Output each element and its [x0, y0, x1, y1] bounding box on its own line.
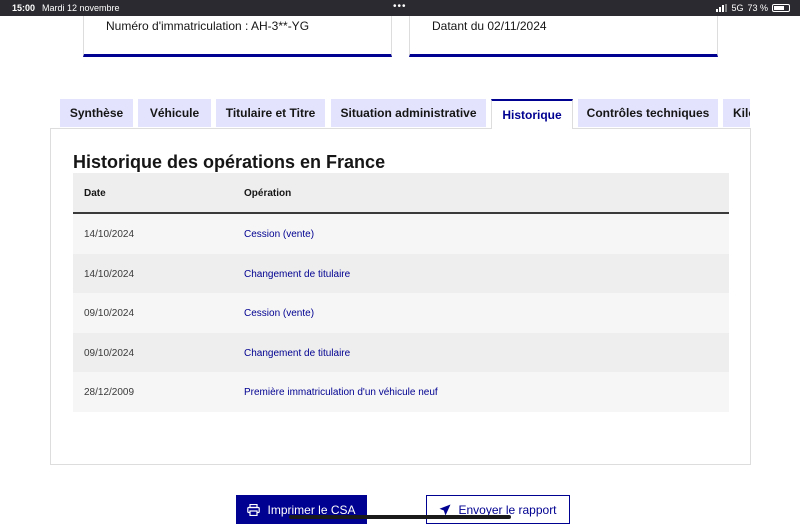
- table-row: 14/10/2024 Cession (vente): [73, 214, 729, 254]
- history-panel: Historique des opérations en France Date…: [50, 128, 751, 465]
- registration-card: Numéro d'immatriculation : AH-3**-YG: [83, 16, 392, 57]
- table-row: 28/12/2009 Première immatriculation d'un…: [73, 372, 729, 412]
- registration-number: Numéro d'immatriculation : AH-3**-YG: [106, 19, 310, 33]
- row-date: 28/12/2009: [84, 387, 135, 399]
- row-operation: Changement de titulaire: [244, 347, 351, 359]
- status-indicators: 5G 73 %: [716, 3, 790, 13]
- status-bar: 15:00 Mardi 12 novembre ••• 5G 73 %: [0, 0, 800, 16]
- print-csa-button[interactable]: Imprimer le CSA: [236, 495, 367, 524]
- tab-kilometrage[interactable]: Kilo: [723, 99, 750, 127]
- status-time: 15:00: [12, 3, 36, 13]
- signal-icon: [716, 4, 728, 12]
- tab-bar: Synthèse Véhicule Titulaire et Titre Sit…: [60, 99, 750, 129]
- row-date: 14/10/2024: [84, 268, 135, 280]
- multitasking-dots-icon[interactable]: •••: [393, 1, 407, 12]
- send-report-button[interactable]: Envoyer le rapport: [426, 495, 570, 524]
- column-header-operation: Opération: [244, 188, 292, 199]
- send-icon: [439, 504, 451, 515]
- report-date: Datant du 02/11/2024: [432, 19, 547, 33]
- tab-titulaire-titre[interactable]: Titulaire et Titre: [216, 99, 325, 127]
- row-date: 14/10/2024: [84, 229, 135, 240]
- row-operation: Première immatriculation d'un véhicule n…: [244, 387, 438, 399]
- history-table: Date Opération 14/10/2024 Cession (vente…: [73, 173, 729, 412]
- battery-percent: 73 %: [747, 3, 768, 13]
- row-date: 09/10/2024: [84, 308, 135, 320]
- battery-icon: [772, 4, 790, 12]
- row-date: 09/10/2024: [84, 347, 135, 359]
- table-row: 14/10/2024 Changement de titulaire: [73, 253, 729, 294]
- table-row: 09/10/2024 Cession (vente): [73, 293, 729, 333]
- row-operation: Changement de titulaire: [244, 268, 351, 280]
- row-operation: Cession (vente): [244, 308, 315, 320]
- status-date: Mardi 12 novembre: [42, 3, 120, 13]
- history-title: Historique des opérations en France: [73, 152, 386, 172]
- tab-situation-administrative[interactable]: Situation administrative: [331, 99, 486, 127]
- network-label: 5G: [731, 3, 744, 13]
- tab-controles-techniques[interactable]: Contrôles techniques: [578, 99, 718, 127]
- table-row: 09/10/2024 Changement de titulaire: [73, 332, 729, 373]
- table-header: Date Opération: [73, 173, 729, 214]
- tab-vehicule[interactable]: Véhicule: [138, 99, 211, 127]
- printer-icon: [247, 503, 261, 516]
- home-indicator[interactable]: [289, 515, 511, 519]
- tab-synthese[interactable]: Synthèse: [60, 99, 133, 127]
- column-header-date: Date: [84, 188, 106, 199]
- tab-historique[interactable]: Historique: [491, 99, 573, 129]
- date-card: Datant du 02/11/2024: [409, 16, 718, 57]
- battery-fill: [774, 6, 784, 10]
- row-operation: Cession (vente): [244, 229, 315, 240]
